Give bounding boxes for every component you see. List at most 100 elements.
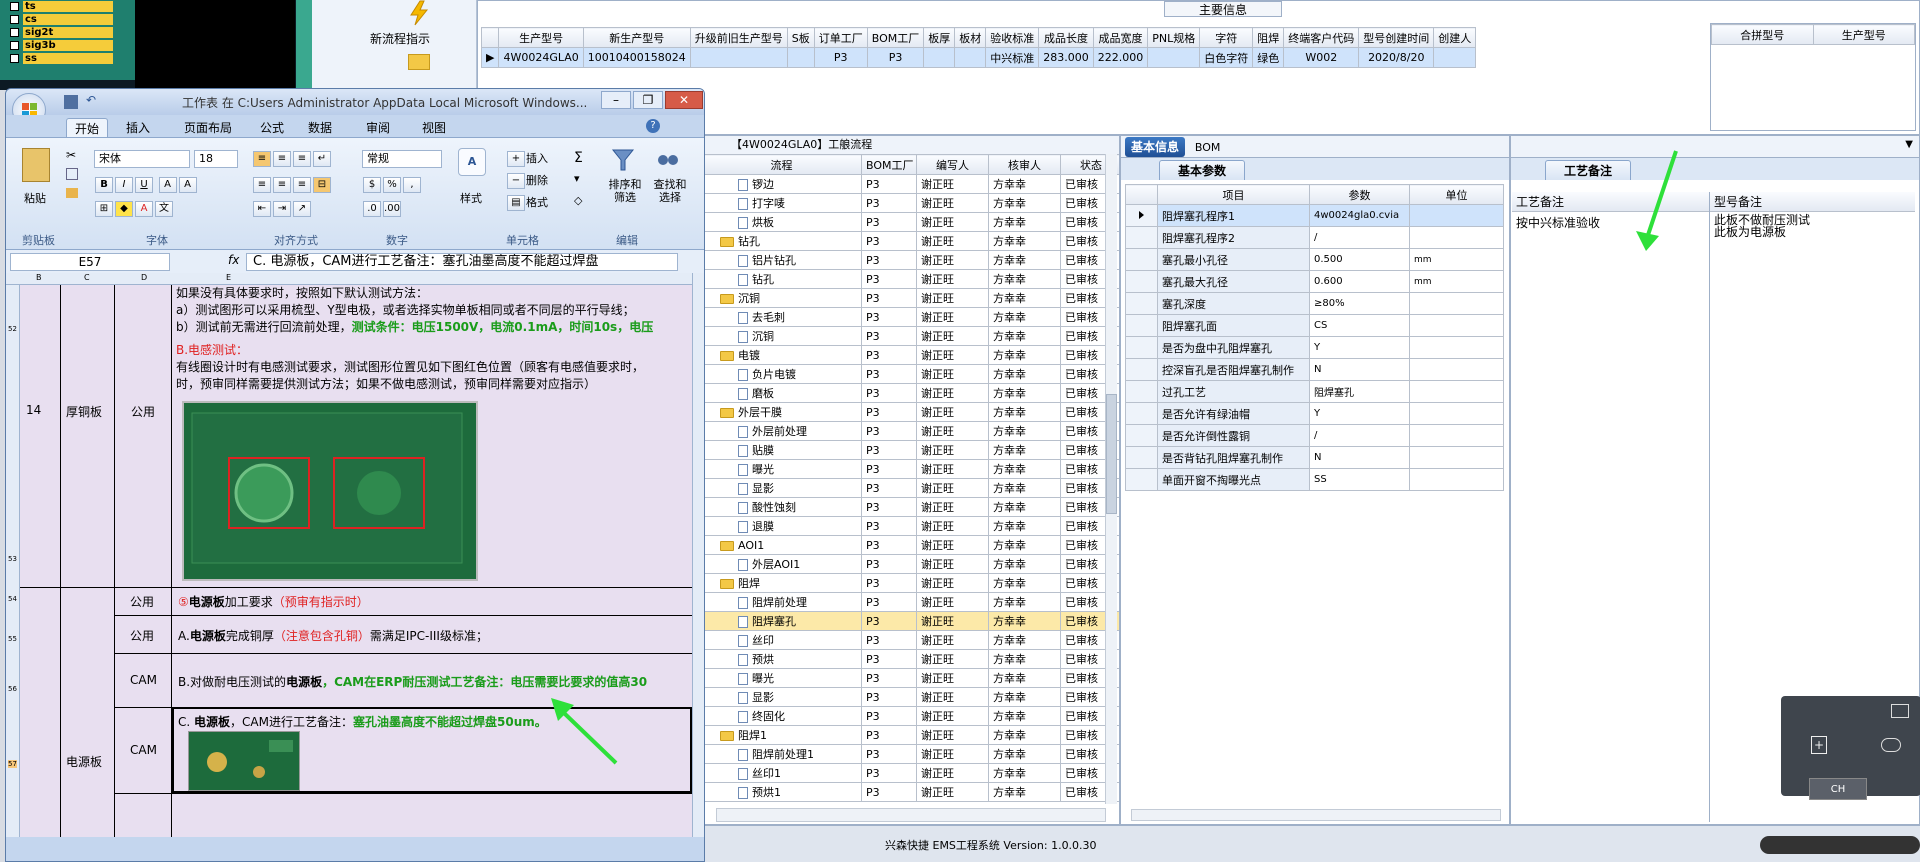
main-cell[interactable] [689,47,788,68]
new-flow-button[interactable]: 新流程指示 [370,30,430,47]
basic-param-row[interactable]: 是否为盘中孔阻焊塞孔 Y [1125,336,1504,359]
save-icon[interactable] [64,95,78,109]
param-value[interactable]: ≥80% [1309,292,1410,315]
process-row[interactable]: 烘板 P3 谢正旺 方幸幸 已审核 [701,212,1119,232]
checkbox-icon[interactable] [10,2,19,11]
process-vscroll[interactable] [1105,154,1117,804]
find-select-button[interactable]: 查找和选择 [649,178,691,204]
main-col-header[interactable]: 成品宽度 [1092,27,1149,48]
param-value[interactable]: Y [1309,336,1410,359]
font-color-button[interactable]: A [135,201,153,217]
main-cell[interactable]: 中兴标准 [985,47,1040,68]
param-value[interactable]: Y [1309,402,1410,425]
folder-icon[interactable] [408,54,430,70]
indent-dec-button[interactable]: ⇤ [253,201,271,217]
main-col-header[interactable]: 阻焊 [1252,27,1285,48]
delete-button[interactable]: − 删除 [506,172,548,190]
basic-hscroll[interactable] [1131,809,1501,821]
checkbox-icon[interactable] [10,54,19,63]
main-col-header[interactable]: 板厚 [923,27,956,48]
main-col-header[interactable]: 新生产型号 [582,27,691,48]
process-row[interactable]: 打字唛 P3 谢正旺 方幸幸 已审核 [701,193,1119,213]
checkbox-icon[interactable] [10,28,19,37]
basic-param-row[interactable]: 是否允许有绿油帽 Y [1125,402,1504,425]
left-list-item[interactable]: ss [10,52,135,65]
checkbox-icon[interactable] [10,41,19,50]
main-col-header[interactable]: 验收标准 [985,27,1040,48]
close-button[interactable]: ✕ [665,91,703,109]
number-format-select[interactable]: 常规 [362,150,442,168]
basic-param-row[interactable]: 塞孔深度 ≥80% [1125,292,1504,315]
main-col-header[interactable]: 字符 [1199,27,1254,48]
comma-button[interactable]: , [403,177,421,193]
formula-input[interactable]: C. 电源板，CAM进行工艺备注：塞孔油墨高度不能超过焊盘 [246,253,678,271]
align-right-button[interactable]: ≡ [293,177,311,193]
process-row[interactable]: 沉铜 P3 谢正旺 方幸幸 已审核 [701,326,1119,346]
process-row[interactable]: 钻孔 P3 谢正旺 方幸幸 已审核 [701,231,1119,251]
basic-param-row[interactable]: 阻焊塞孔程序2/ [1125,226,1504,249]
ribbon-tab[interactable]: 页面布局 [176,118,240,137]
phonetic-button[interactable]: 文 [155,201,173,217]
main-cell[interactable] [1433,47,1477,68]
basic-param-row[interactable]: 塞孔最小孔径 0.500 mm [1125,248,1504,271]
main-col-header[interactable]: 终端客户代码 [1283,27,1360,48]
basic-col-header[interactable]: 单位 [1409,184,1504,205]
process-hscroll[interactable] [716,808,1106,822]
add-file-icon[interactable]: + [1811,736,1827,754]
ribbon-tab[interactable]: 审阅 [358,118,398,137]
main-col-header[interactable]: 生产型号 [498,27,584,48]
align-middle-button[interactable]: ≡ [273,151,291,167]
basic-param-row[interactable]: 是否允许倒性露铜 / [1125,424,1504,447]
main-cell[interactable]: 10010400158024 [582,47,691,68]
ribbon-tab[interactable]: 插入 [118,118,158,137]
process-row[interactable]: 阻焊1 P3 谢正旺 方幸幸 已审核 [701,725,1119,745]
left-list-item[interactable]: ts [10,0,135,13]
grow-font-button[interactable]: A [158,177,177,193]
process-row[interactable]: 退膜 P3 谢正旺 方幸幸 已审核 [701,516,1119,536]
process-row[interactable]: 钻孔 P3 谢正旺 方幸幸 已审核 [701,269,1119,289]
dec-decimal-button[interactable]: .00 [383,201,401,217]
fill-icon[interactable]: ▾ [574,172,580,185]
main-cell[interactable] [786,47,815,68]
process-row[interactable]: 终固化 P3 谢正旺 方幸幸 已审核 [701,706,1119,726]
process-col-header[interactable]: 核审人 [988,154,1061,175]
insert-button[interactable]: + 插入 [506,150,548,168]
param-value[interactable]: 4w0024gla0.cvia [1309,204,1410,227]
main-col-header[interactable]: 成品长度 [1038,27,1094,48]
clear-icon[interactable]: ◇ [574,194,582,207]
basic-param-row[interactable]: 单面开窗不掏曝光点 SS [1125,468,1504,491]
param-value[interactable]: SS [1309,468,1410,491]
process-row[interactable]: 锣边 P3 谢正旺 方幸幸 已审核 [701,174,1119,194]
align-top-button[interactable]: ≡ [253,151,271,167]
param-value[interactable]: 0.500 [1309,248,1410,271]
param-value[interactable]: CS [1309,314,1410,337]
param-value[interactable]: N [1309,358,1410,381]
param-value[interactable]: 0.600 [1309,270,1410,293]
process-row[interactable]: 贴膜 P3 谢正旺 方幸幸 已审核 [701,440,1119,460]
border-button[interactable]: ⊞ [95,201,113,217]
merge-button[interactable]: ⊟ [313,177,331,193]
basic-param-row[interactable]: 是否背钻孔阻焊塞孔制作 N [1125,446,1504,469]
process-row[interactable]: 外层前处理 P3 谢正旺 方幸幸 已审核 [701,421,1119,441]
percent-button[interactable]: % [383,177,401,193]
name-box[interactable]: E57 [10,253,170,271]
paste-icon[interactable] [22,148,50,182]
process-row[interactable]: 预烘 P3 谢正旺 方幸幸 已审核 [701,649,1119,669]
process-col-header[interactable]: BOM工厂 [861,154,917,175]
ime-indicator[interactable]: CH [1809,778,1867,800]
align-center-button[interactable]: ≡ [273,177,291,193]
param-value[interactable]: N [1309,446,1410,469]
fx-icon[interactable]: fx [228,253,239,267]
wrap-text-button[interactable]: ↵ [313,151,331,167]
main-cell[interactable]: ▶ [480,47,500,68]
basic-col-header[interactable] [1125,184,1158,205]
bold-button[interactable]: B [95,177,113,193]
main-col-header[interactable]: 创建人 [1433,27,1477,48]
ribbon-tab[interactable]: 开始 [66,118,109,138]
restore-button[interactable]: ❐ [633,91,663,109]
process-row[interactable]: 去毛刺 P3 谢正旺 方幸幸 已审核 [701,307,1119,327]
process-row[interactable]: AOI1 P3 谢正旺 方幸幸 已审核 [701,535,1119,555]
process-col-header[interactable]: 编写人 [916,154,989,175]
italic-button[interactable]: I [115,177,133,193]
styles-icon[interactable]: A [458,148,486,176]
